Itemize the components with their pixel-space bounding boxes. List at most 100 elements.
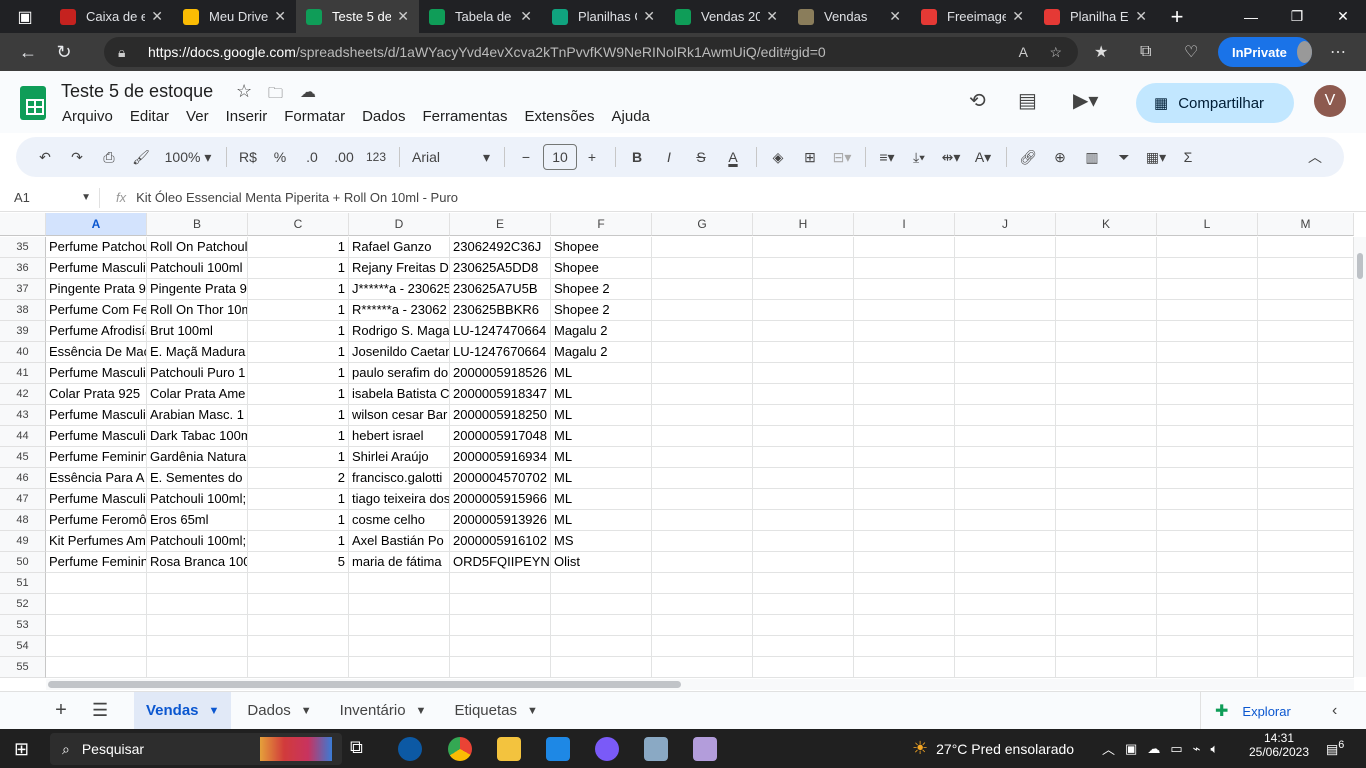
cell-c52[interactable] — [248, 594, 349, 615]
cell-d50[interactable]: maria de fátima — [349, 552, 450, 573]
cell-h42[interactable] — [753, 384, 854, 405]
side-panel-toggle-icon[interactable]: ‹ — [1332, 702, 1337, 720]
caret-down-icon[interactable]: ▼ — [209, 705, 220, 717]
windows-start-icon[interactable]: ⊞ — [14, 739, 29, 760]
row-header[interactable]: 51 — [0, 573, 46, 594]
column-header-k[interactable]: K — [1056, 213, 1157, 236]
cell-i39[interactable] — [854, 321, 955, 342]
cell-h55[interactable] — [753, 657, 854, 678]
select-all-corner[interactable] — [0, 213, 46, 236]
volume-icon[interactable]: 🔈︎ — [1210, 741, 1218, 757]
cell-d40[interactable]: Josenildo Caetano — [349, 342, 450, 363]
column-header-h[interactable]: H — [753, 213, 854, 236]
cell-i42[interactable] — [854, 384, 955, 405]
cell-i37[interactable] — [854, 279, 955, 300]
cell-g51[interactable] — [652, 573, 753, 594]
cell-m49[interactable] — [1258, 531, 1354, 552]
cell-a46[interactable]: Essência Para A — [46, 468, 147, 489]
cell-d46[interactable]: francisco.galotti — [349, 468, 450, 489]
cell-l47[interactable] — [1157, 489, 1258, 510]
cell-j40[interactable] — [955, 342, 1056, 363]
cell-g38[interactable] — [652, 300, 753, 321]
row-header[interactable]: 55 — [0, 657, 46, 678]
weather-widget[interactable]: ☀ 27°C Pred ensolarado — [912, 729, 1074, 768]
cell-b53[interactable] — [147, 615, 248, 636]
sheet-tab[interactable]: Inventário ▼ — [328, 692, 439, 730]
borders-icon[interactable]: ⊞ — [795, 143, 825, 171]
cell-m45[interactable] — [1258, 447, 1354, 468]
cell-f39[interactable]: Magalu 2 — [551, 321, 652, 342]
cell-d49[interactable]: Axel Bastián Po — [349, 531, 450, 552]
cell-k37[interactable] — [1056, 279, 1157, 300]
cell-k55[interactable] — [1056, 657, 1157, 678]
scroll-thumb[interactable] — [48, 681, 681, 688]
cell-k38[interactable] — [1056, 300, 1157, 321]
browser-tab[interactable]: Tabela de S ✕ — [419, 0, 542, 33]
file-explorer-icon[interactable] — [497, 737, 521, 761]
browser-tab[interactable]: Planilhas G ✕ — [542, 0, 665, 33]
cell-m35[interactable] — [1258, 237, 1354, 258]
cell-f43[interactable]: ML — [551, 405, 652, 426]
close-icon[interactable]: ✕ — [766, 8, 778, 25]
document-title[interactable]: Teste 5 de estoque — [61, 81, 213, 102]
cell-c38[interactable]: 1 — [248, 300, 349, 321]
cell-h47[interactable] — [753, 489, 854, 510]
cell-m38[interactable] — [1258, 300, 1354, 321]
name-box[interactable]: A1 ▼ — [0, 187, 100, 208]
cell-h35[interactable] — [753, 237, 854, 258]
cell-b47[interactable]: Patchouli 100ml; — [147, 489, 248, 510]
cell-c55[interactable] — [248, 657, 349, 678]
cell-e38[interactable]: 230625BBKR6 — [450, 300, 551, 321]
increase-decimal-button[interactable]: .00 — [329, 143, 359, 171]
cell-l52[interactable] — [1157, 594, 1258, 615]
browser-tab[interactable]: Meu Drive ✕ — [173, 0, 296, 33]
cell-c47[interactable]: 1 — [248, 489, 349, 510]
cell-f44[interactable]: ML — [551, 426, 652, 447]
cell-f37[interactable]: Shopee 2 — [551, 279, 652, 300]
notifications-icon[interactable]: ▤6 — [1326, 739, 1344, 757]
cell-b35[interactable]: Roll On Patchouli — [147, 237, 248, 258]
move-folder-icon[interactable]: 🗀 — [268, 83, 283, 108]
cell-l40[interactable] — [1157, 342, 1258, 363]
filter-views-icon[interactable]: ▦▾ — [1141, 143, 1171, 171]
cell-k35[interactable] — [1056, 237, 1157, 258]
cell-e54[interactable] — [450, 636, 551, 657]
cell-j38[interactable] — [955, 300, 1056, 321]
cell-g55[interactable] — [652, 657, 753, 678]
clock[interactable]: 14:31 25/06/2023 — [1246, 731, 1312, 759]
cell-d47[interactable]: tiago teixeira dos — [349, 489, 450, 510]
cell-f49[interactable]: MS — [551, 531, 652, 552]
add-sheet-icon[interactable]: + — [38, 699, 84, 722]
cell-l41[interactable] — [1157, 363, 1258, 384]
cell-k43[interactable] — [1056, 405, 1157, 426]
cell-h41[interactable] — [753, 363, 854, 384]
cell-d45[interactable]: Shirlei Araújo — [349, 447, 450, 468]
more-formats-button[interactable]: 123 — [361, 143, 391, 171]
cell-m54[interactable] — [1258, 636, 1354, 657]
cell-b39[interactable]: Brut 100ml — [147, 321, 248, 342]
font-size-input[interactable]: 10 — [543, 144, 577, 170]
cell-k50[interactable] — [1056, 552, 1157, 573]
cell-e46[interactable]: 2000004570702 — [450, 468, 551, 489]
restore-button[interactable]: ❐ — [1274, 0, 1320, 33]
bold-icon[interactable]: B — [622, 143, 652, 171]
cell-c37[interactable]: 1 — [248, 279, 349, 300]
cell-e35[interactable]: 23062492C36J — [450, 237, 551, 258]
cell-i36[interactable] — [854, 258, 955, 279]
close-icon[interactable]: ✕ — [397, 8, 409, 25]
filter-icon[interactable]: ⏷ — [1109, 143, 1139, 171]
insert-link-icon[interactable]: 🔗︎ — [1013, 143, 1043, 171]
cell-e52[interactable] — [450, 594, 551, 615]
all-sheets-icon[interactable]: ☰ — [92, 700, 108, 721]
column-header-e[interactable]: E — [450, 213, 551, 236]
column-header-b[interactable]: B — [147, 213, 248, 236]
column-header-l[interactable]: L — [1157, 213, 1258, 236]
cell-k45[interactable] — [1056, 447, 1157, 468]
insert-comment-icon[interactable]: ⊕ — [1045, 143, 1075, 171]
cell-d39[interactable]: Rodrigo S. Maga — [349, 321, 450, 342]
cell-d44[interactable]: hebert israel — [349, 426, 450, 447]
row-header[interactable]: 54 — [0, 636, 46, 657]
cell-j35[interactable] — [955, 237, 1056, 258]
cell-a36[interactable]: Perfume Masculino — [46, 258, 147, 279]
text-rotation-icon[interactable]: A▾ — [968, 143, 998, 171]
